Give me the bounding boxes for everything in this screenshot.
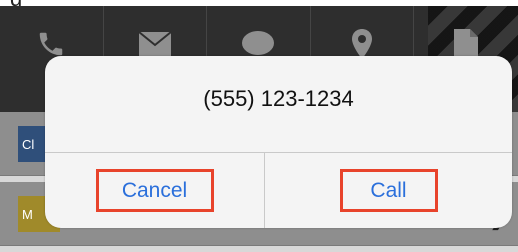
page: g C — [0, 0, 518, 252]
call-button-label: Call — [339, 169, 438, 212]
call-button[interactable]: Call — [265, 153, 512, 228]
alert-phone-number: (555) 123-1234 — [203, 86, 354, 111]
call-confirm-alert: (555) 123-1234 Cancel Call — [45, 56, 512, 228]
cancel-button-label: Cancel — [95, 169, 214, 212]
cancel-button[interactable]: Cancel — [45, 153, 264, 228]
